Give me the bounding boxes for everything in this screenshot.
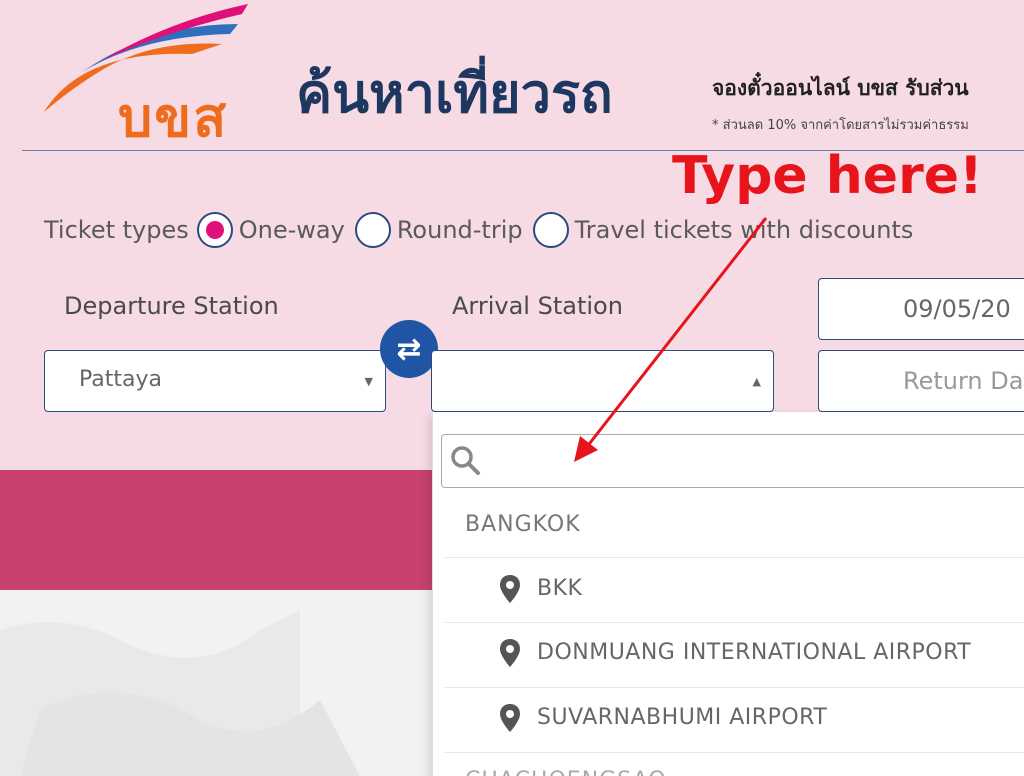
- station-name: BKK: [537, 576, 583, 601]
- bks-logo[interactable]: บขส: [42, 0, 257, 149]
- station-name: SUVARNABHUMI AIRPORT: [537, 705, 828, 730]
- ticket-types-label: Ticket types: [44, 216, 189, 244]
- one-way-radio[interactable]: [196, 212, 233, 248]
- option-one-way[interactable]: One-way: [196, 212, 345, 248]
- logo-text: บขส: [118, 86, 229, 149]
- station-option-bkk[interactable]: BKK: [433, 558, 1024, 622]
- discount-tickets-radio[interactable]: [532, 212, 569, 248]
- option-round-trip[interactable]: Round-trip: [354, 212, 523, 248]
- arrival-station-label: Arrival Station: [452, 292, 623, 320]
- arrival-station-dropdown: BANGKOK BKK DONMUANG INTERNATIONAL AIRPO…: [432, 412, 1024, 776]
- caret-up-icon: ▲: [752, 375, 761, 388]
- one-way-label: One-way: [238, 216, 345, 244]
- departure-station-value: Pattaya: [79, 367, 162, 392]
- map-pin-icon: [500, 639, 520, 667]
- group-label-next-partial: CHACHOENGSAO: [465, 768, 667, 776]
- caret-down-icon: ▼: [364, 375, 373, 388]
- map-pin-icon: [500, 575, 520, 603]
- map-pin-icon: [500, 704, 520, 732]
- promo-note: * ส่วนลด 10% จากค่าโดยสารไม่รวมค่าธรรม: [712, 118, 969, 133]
- departure-date-field[interactable]: 09/05/20: [818, 278, 1024, 340]
- departure-station-select[interactable]: Pattaya ▼: [44, 350, 386, 412]
- option-discount-tickets[interactable]: Travel tickets with discounts: [532, 212, 914, 248]
- page-title: ค้นหาเที่ยวรถ: [296, 62, 613, 125]
- discount-tickets-label: Travel tickets with discounts: [574, 216, 914, 244]
- divider: [445, 752, 1024, 753]
- departure-station-label: Departure Station: [64, 292, 279, 320]
- ticket-type-selector: Ticket types One-way Round-trip Travel t…: [44, 210, 923, 250]
- station-search-input[interactable]: [490, 443, 1024, 479]
- swap-stations-button[interactable]: ⇄: [380, 320, 438, 378]
- return-date-field[interactable]: Return Da: [818, 350, 1024, 412]
- station-option-donmuang[interactable]: DONMUANG INTERNATIONAL AIRPORT: [433, 622, 1024, 686]
- station-option-suvarnabhumi[interactable]: SUVARNABHUMI AIRPORT: [433, 687, 1024, 751]
- promo-tagline: จองตั๋วออนไลน์ บขส รับส่วน: [712, 76, 969, 100]
- search-icon: [451, 446, 480, 475]
- station-search-box[interactable]: [441, 434, 1024, 488]
- swap-arrows-icon: ⇄: [396, 331, 422, 367]
- arrival-station-select[interactable]: ▲: [431, 350, 774, 412]
- round-trip-label: Round-trip: [396, 216, 523, 244]
- group-label-bangkok: BANGKOK: [465, 512, 581, 537]
- station-name: DONMUANG INTERNATIONAL AIRPORT: [537, 640, 972, 665]
- annotation-type-here: Type here!: [672, 146, 983, 206]
- round-trip-radio[interactable]: [354, 212, 391, 248]
